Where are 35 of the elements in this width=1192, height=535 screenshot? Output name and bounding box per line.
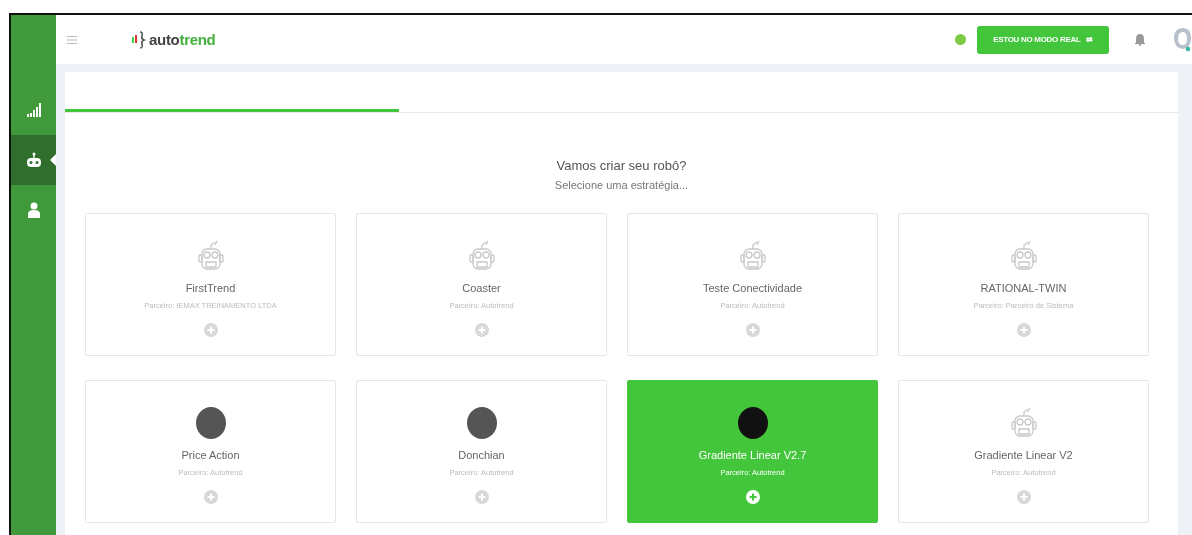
add-icon[interactable] — [203, 490, 218, 504]
add-icon[interactable] — [745, 490, 760, 504]
menu-icon[interactable] — [67, 35, 77, 44]
page-heading: Vamos criar seu robô? — [556, 158, 687, 173]
strategy-name: Coaster — [462, 282, 501, 294]
add-icon[interactable] — [474, 490, 489, 504]
photo-placeholder — [466, 407, 497, 439]
add-icon[interactable] — [1016, 323, 1031, 337]
bell-icon[interactable] — [1135, 33, 1145, 46]
logo-text: autotrend — [149, 31, 216, 48]
robot-icon — [466, 240, 497, 272]
add-icon[interactable] — [1016, 490, 1031, 504]
logo-icon — [131, 30, 147, 49]
sidebar-robot-item[interactable] — [11, 135, 56, 185]
strategy-name: Gradiente Linear V2 — [974, 449, 1073, 461]
strategy-name: Price Action — [181, 449, 240, 461]
robot-icon — [1008, 240, 1039, 272]
signal-bars-icon — [26, 103, 41, 117]
strategy-name: RATIONAL-TWIN — [980, 282, 1067, 294]
strategy-name: FirstTrend — [185, 282, 236, 294]
user-avatar-icon[interactable] — [1173, 26, 1191, 53]
robot-icon — [1008, 407, 1039, 439]
user-icon — [27, 202, 40, 218]
robot-icon — [25, 152, 42, 168]
page-subheading: Selecione uma estratégia... — [554, 179, 689, 191]
photo-placeholder — [195, 407, 226, 439]
robot-icon — [737, 240, 768, 272]
add-icon[interactable] — [745, 323, 760, 337]
add-icon[interactable] — [203, 323, 218, 337]
photo-placeholder — [737, 407, 768, 439]
robot-icon — [195, 240, 226, 272]
strategy-name: Donchian — [458, 449, 505, 461]
strategy-name: Gradiente Linear V2.7 — [698, 449, 807, 461]
add-icon[interactable] — [474, 323, 489, 337]
strategy-name: Teste Conectividade — [702, 282, 803, 294]
